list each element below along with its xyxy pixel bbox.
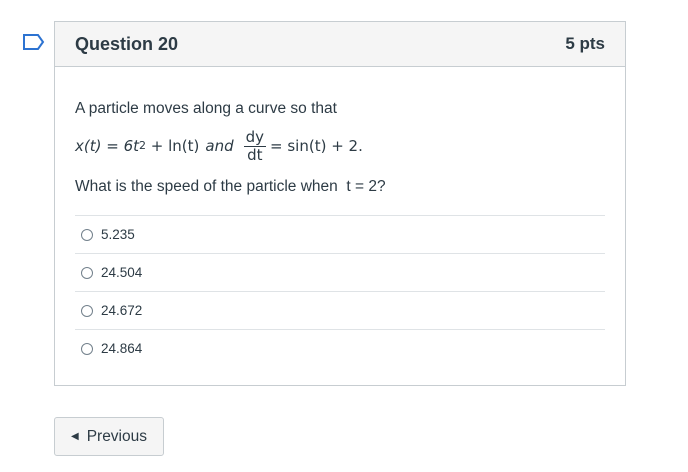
question-points: 5 pts	[565, 34, 605, 53]
answer-label: 5.235	[101, 227, 135, 242]
radio-button[interactable]	[81, 266, 93, 279]
answer-option[interactable]: 24.864	[75, 330, 605, 367]
answer-label: 24.504	[101, 265, 143, 280]
radio-button[interactable]	[81, 342, 93, 355]
equation-x-lhs: x(t) = 6t	[75, 137, 139, 155]
equation-and: and	[205, 137, 234, 155]
question-header: Question 20 5 pts	[55, 22, 625, 67]
question-text: A particle moves along a curve so that x…	[75, 88, 605, 198]
answer-option[interactable]: 24.672	[75, 292, 605, 330]
answer-label: 24.864	[101, 341, 143, 356]
answer-option[interactable]: 5.235	[75, 216, 605, 254]
fraction-denominator: dt	[247, 145, 263, 164]
question-equation: x(t) = 6t 2 + ln(t) and dy dt = sin(t) + …	[75, 127, 363, 164]
caret-left-icon: ◀	[70, 431, 79, 442]
fraction-numerator: dy	[243, 127, 267, 147]
answer-label: 24.672	[101, 303, 143, 318]
equation-x-rhs: + ln(t)	[146, 137, 200, 155]
answer-option[interactable]: 24.504	[75, 254, 605, 292]
equation-rhs: = sin(t) + 2.	[270, 137, 363, 155]
derivative-fraction: dy dt	[243, 127, 267, 164]
bookmark-flag-icon[interactable]	[23, 34, 45, 50]
previous-button[interactable]: ◀ Previous	[54, 417, 164, 456]
radio-button[interactable]	[81, 228, 93, 241]
radio-button[interactable]	[81, 304, 93, 317]
question-title: Question 20	[75, 33, 179, 54]
previous-label: Previous	[86, 427, 147, 445]
question-card: Question 20 5 pts A particle moves along…	[54, 21, 626, 386]
question-prompt: What is the speed of the particle when t…	[75, 178, 386, 195]
answer-list: 5.235 24.504 24.672 24.864	[75, 215, 605, 367]
question-intro: A particle moves along a curve so that	[75, 100, 337, 117]
